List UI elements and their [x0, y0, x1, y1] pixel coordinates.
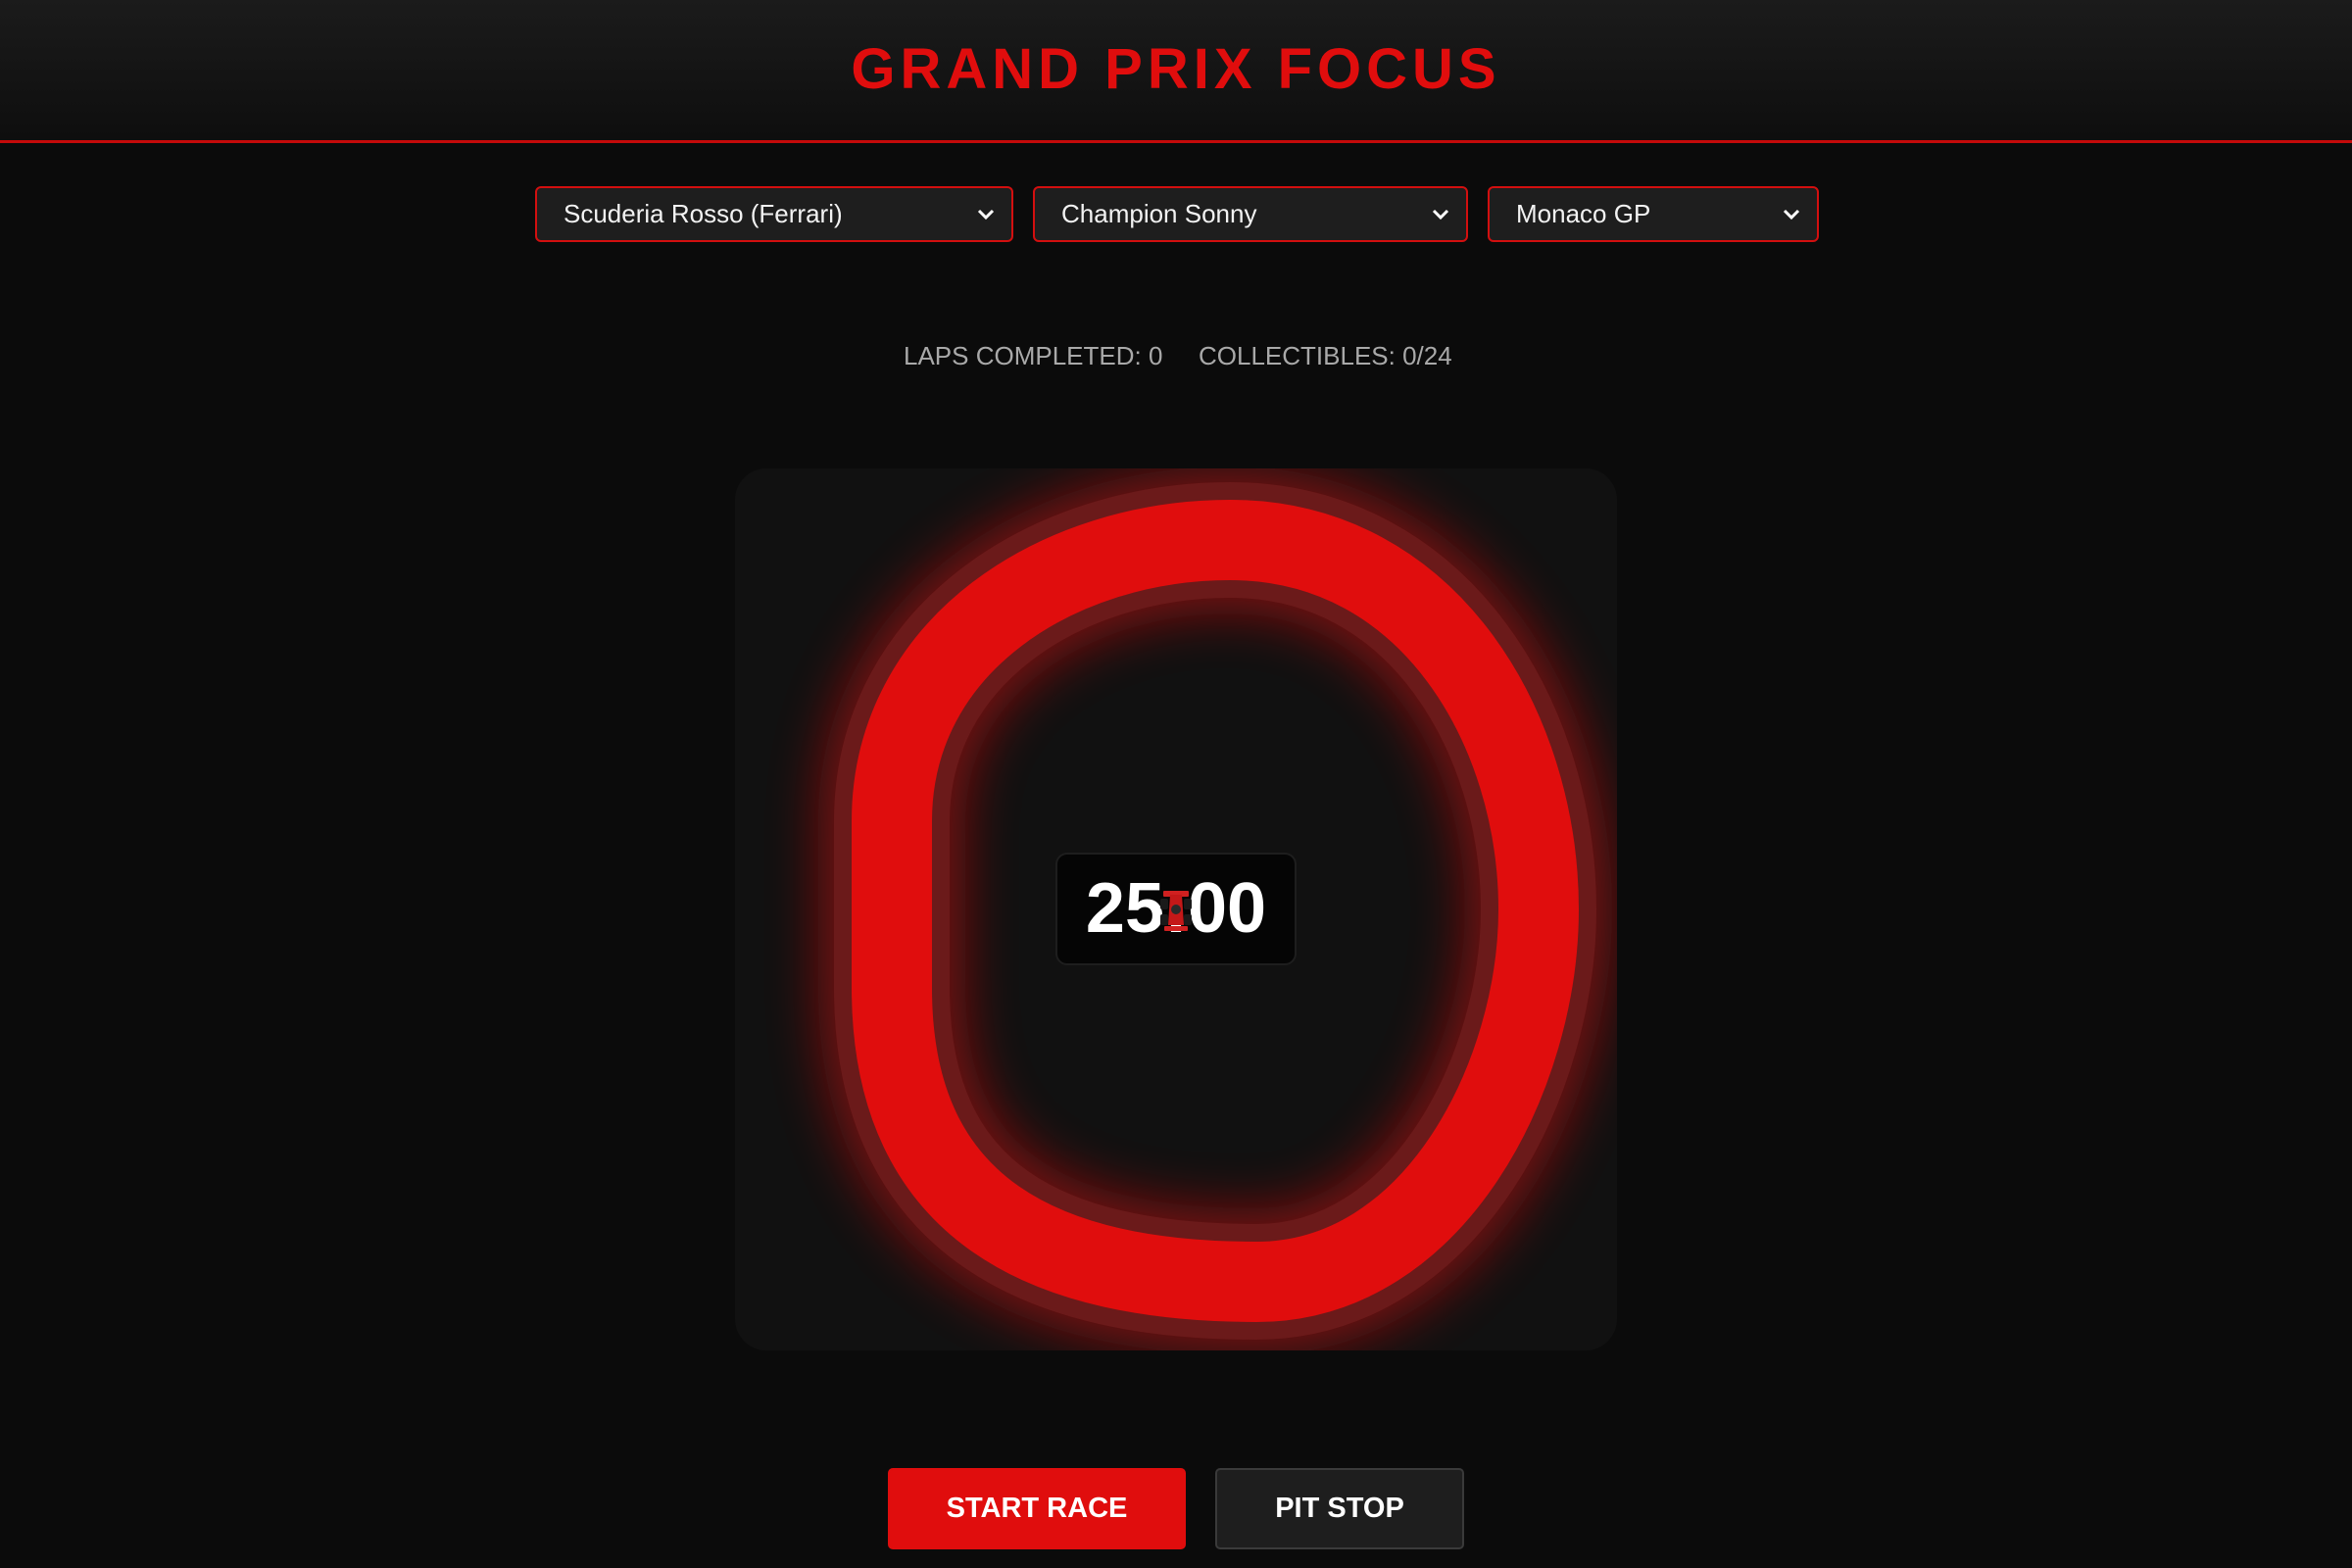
track-select[interactable]: Monaco GP [1488, 186, 1819, 242]
driver-select-value: Champion Sonny [1061, 199, 1257, 228]
pit-stop-button[interactable]: PIT STOP [1215, 1468, 1464, 1549]
collectibles-count: COLLECTIBLES: 0/24 [1199, 341, 1452, 370]
team-select-value: Scuderia Rosso (Ferrari) [564, 199, 843, 228]
team-select[interactable]: Scuderia Rosso (Ferrari) [535, 186, 1013, 242]
app-header: GRAND PRIX FOCUS [0, 0, 2352, 143]
race-car-icon[interactable] [1156, 886, 1196, 933]
laps-completed: LAPS COMPLETED: 0 [904, 341, 1163, 370]
start-race-button[interactable]: START RACE [888, 1468, 1186, 1549]
chevron-down-icon [976, 188, 996, 240]
chevron-down-icon [1782, 188, 1801, 240]
chevron-down-icon [1431, 188, 1450, 240]
track-select-value: Monaco GP [1516, 199, 1651, 228]
driver-select[interactable]: Champion Sonny [1033, 186, 1468, 242]
app-title: GRAND PRIX FOCUS [851, 37, 1501, 101]
